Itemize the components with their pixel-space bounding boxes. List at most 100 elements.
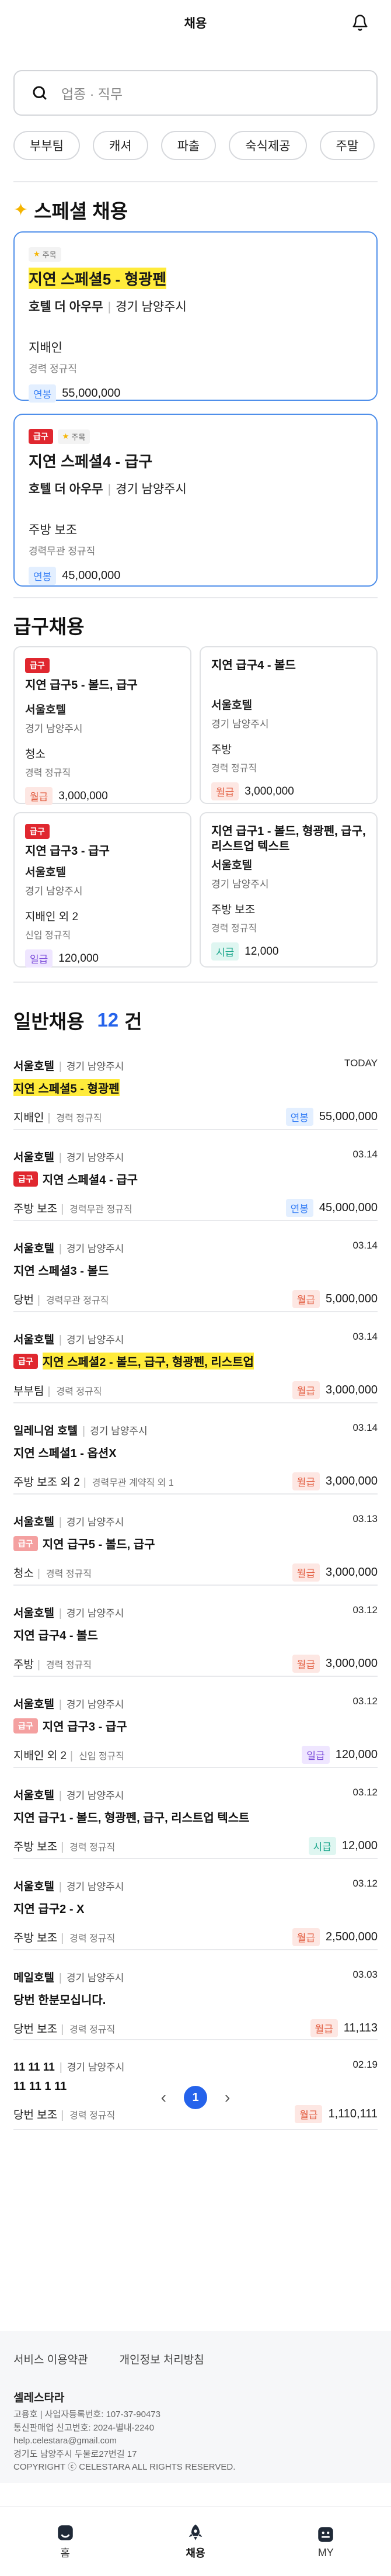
tab-home[interactable]: 홈 — [0, 2507, 130, 2576]
job-list-row[interactable]: 서울호텔 | 경기 남양주시 TODAY 지연 스페셜5 - 형광펜 지배인 | 경력 … — [13, 1041, 378, 1130]
job-role: 주방 보조 — [29, 523, 78, 537]
company-name: 서울호텔 — [211, 859, 252, 872]
chip-filter[interactable]: 파출 — [160, 131, 217, 160]
urgent-card[interactable]: 지연 급구1 - 볼드, 형광펜, 급구, 리스트업 텍스트 서울호텔 경기 남… — [200, 812, 378, 968]
terms-link[interactable]: 서비스 이용약관 — [13, 2351, 88, 2367]
app-header: 채용 — [0, 0, 391, 46]
chip-filter[interactable]: 주말 — [319, 131, 375, 160]
job-list-row[interactable]: 서울호텔 | 경기 남양주시 03.14 급구 지연 스페셜4 - 급구 주방 보조 |… — [13, 1132, 378, 1221]
prev-page-icon[interactable]: ‹ — [161, 2088, 166, 2107]
pay-type-badge: 월급 — [292, 1290, 320, 1308]
pay-type-badge: 월급 — [292, 1563, 320, 1582]
job-title: 지연 급구5 - 볼드, 급구 — [42, 1538, 155, 1551]
job-role: 지배인 외 2 — [25, 911, 79, 923]
star-icon: ★ — [62, 432, 69, 441]
location: 경기 남양주시 — [25, 723, 83, 734]
company-name: 서울호텔 — [13, 1516, 54, 1528]
job-title: 지연 스페셜5 - 형광펜 — [29, 268, 167, 289]
special-card[interactable]: ★ 주목 지연 스페셜5 - 형광펜 호텔 더 아우무 | 경기 남양주시 지배인 경… — [13, 231, 378, 403]
urgent-card[interactable]: 지연 급구4 - 볼드 서울호텔 경기 남양주시 주방 경력 정규직 월급 3,0… — [200, 646, 378, 804]
job-role: 주방 보조 외 2 — [13, 1476, 80, 1489]
location: 경기 남양주시 — [66, 1790, 124, 1801]
job-title: 지연 급구2 - X — [13, 1903, 85, 1916]
job-title: 지연 스페셜1 - 옵션X — [13, 1447, 117, 1460]
job-role: 주방 — [13, 1659, 34, 1671]
company-name: 호텔 더 아우무 — [29, 300, 103, 314]
post-date: 03.12 — [352, 1696, 378, 1707]
location: 경기 남양주시 — [66, 1061, 124, 1072]
career-type: 신입 정규직 — [25, 931, 71, 941]
career-type: 경력 정규직 — [69, 1843, 116, 1853]
filter-chips: 부부팀 캐셔 파출 숙식제공 주말 — [13, 131, 375, 160]
job-role: 부부팀 — [13, 1385, 44, 1398]
urgent-badge: 급구 — [13, 1535, 38, 1551]
pay-type-badge: 시급 — [211, 942, 239, 961]
post-date: 03.14 — [352, 1422, 378, 1433]
footer: 서비스 이용약관 개인정보 처리방침 셀레스타라 고용호 | 사업자등록번호: … — [0, 2331, 391, 2483]
home-icon — [57, 2525, 73, 2540]
tab-my[interactable]: MY — [261, 2507, 391, 2576]
pay-type-badge: 월급 — [25, 787, 53, 805]
bell-icon[interactable] — [351, 14, 369, 32]
job-list-row[interactable]: 서울호텔 | 경기 남양주시 03.12 지연 급구2 - X 주방 보조 | 경력 정… — [13, 1861, 378, 1950]
location: 경기 남양주시 — [66, 1608, 124, 1619]
tab-jobs[interactable]: 채용 — [130, 2507, 260, 2576]
location: 경기 남양주시 — [66, 1152, 124, 1163]
job-title: 지연 급구3 - 급구 — [25, 845, 110, 858]
pay-type-badge: 월급 — [292, 1472, 320, 1490]
job-list-row[interactable]: 서울호텔 | 경기 남양주시 03.12 지연 급구1 - 볼드, 형광펜, 급구,… — [13, 1770, 378, 1859]
job-list-row[interactable]: 메일호텔 | 경기 남양주시 03.03 당번 한분모십니다. 당번 보조 | 경력 정… — [13, 1953, 378, 2040]
company-name: 서울호텔 — [211, 699, 252, 712]
job-role: 주방 보조 — [13, 1932, 58, 1944]
urgent-badge: 급구 — [25, 658, 50, 673]
job-list-row[interactable]: 서울호텔 | 경기 남양주시 03.14 지연 스페셜3 - 볼드 당번 | 경력무관 … — [13, 1223, 378, 1312]
career-type: 경력 정규직 — [46, 1569, 92, 1579]
company-name: 메일호텔 — [13, 1972, 54, 1984]
chip-filter[interactable]: 숙식제공 — [229, 131, 307, 160]
location: 경기 남양주시 — [211, 879, 269, 890]
page-number-current[interactable]: 1 — [184, 2086, 207, 2109]
bottom-tab-bar: 홈 채용 MY — [0, 2506, 391, 2576]
location: 경기 남양주시 — [66, 1517, 124, 1528]
post-date: 03.03 — [352, 1969, 378, 1980]
sparkle-icon: ✦ — [13, 200, 29, 220]
job-role: 당번 보조 — [13, 2109, 58, 2121]
job-list-row[interactable]: 서울호텔 | 경기 남양주시 03.12 급구 지연 급구3 - 급구 지배인 외 2… — [13, 1679, 378, 1768]
job-list-row[interactable]: 서울호텔 | 경기 남양주시 03.13 급구 지연 급구5 - 볼드, 급구 청소 |… — [13, 1497, 378, 1586]
company-name: 서울호텔 — [13, 1152, 54, 1164]
post-date: 03.14 — [352, 1240, 378, 1251]
career-type: 경력 정규직 — [69, 2111, 116, 2121]
career-type: 경력무관 정규직 — [29, 546, 96, 557]
urgent-card[interactable]: 급구 지연 급구5 - 볼드, 급구 서울호텔 경기 남양주시 청소 경력 정규… — [13, 646, 191, 805]
pay-type-badge: 월급 — [211, 782, 239, 800]
page-title: 채용 — [184, 17, 207, 30]
next-page-icon[interactable]: › — [225, 2088, 230, 2107]
job-list-row[interactable]: 서울호텔 | 경기 남양주시 03.12 지연 급구4 - 볼드 주방 | 경력 정규직… — [13, 1588, 378, 1677]
chip-filter[interactable]: 부부팀 — [13, 131, 80, 160]
company-name: 서울호텔 — [13, 1334, 54, 1346]
general-section-title: 일반채용 12 건 — [13, 1009, 142, 1032]
job-list-row[interactable]: 일레니엄 호텔 | 경기 남양주시 03.14 지연 스페셜1 - 옵션X 주방 보… — [13, 1406, 378, 1495]
job-title: 지연 급구5 - 볼드, 급구 — [25, 679, 138, 692]
pay-type-badge: 월급 — [292, 1655, 320, 1673]
pay-amount: 55,000,000 — [62, 387, 121, 400]
search-placeholder: 업종 · 직무 — [61, 86, 123, 102]
career-type: 경력무관 정규직 — [69, 1205, 132, 1215]
profile-icon — [318, 2526, 334, 2542]
chip-filter[interactable]: 캐셔 — [92, 131, 148, 160]
pay-amount: 3,000,000 — [326, 1657, 378, 1670]
urgent-badge: 급구 — [13, 1718, 38, 1733]
job-list-row[interactable]: 서울호텔 | 경기 남양주시 03.14 급구 지연 스페셜2 - 볼드, 급구, 형… — [13, 1315, 378, 1403]
search-input[interactable]: 업종 · 직무 — [13, 70, 378, 116]
location: 경기 남양주시 — [66, 1972, 124, 1984]
special-section-title: ✦ 스페셜 채용 — [13, 200, 128, 223]
location: 경기 남양주시 — [211, 719, 269, 730]
privacy-link[interactable]: 개인정보 처리방침 — [120, 2351, 204, 2367]
company-name: 서울호텔 — [13, 1698, 54, 1711]
pay-amount: 1,110,111 — [328, 2107, 378, 2120]
pay-type-badge: 월급 — [310, 2019, 338, 2037]
post-date: 03.12 — [352, 1787, 378, 1798]
special-card[interactable]: 급구 ★ 주목 지연 스페셜4 - 급구 호텔 더 아우무 | 경기 남양주시 주방 … — [13, 414, 378, 587]
urgent-card[interactable]: 급구 지연 급구3 - 급구 서울호텔 경기 남양주시 지배인 외 2 신입 정… — [13, 812, 191, 968]
job-role: 주방 — [211, 744, 232, 756]
